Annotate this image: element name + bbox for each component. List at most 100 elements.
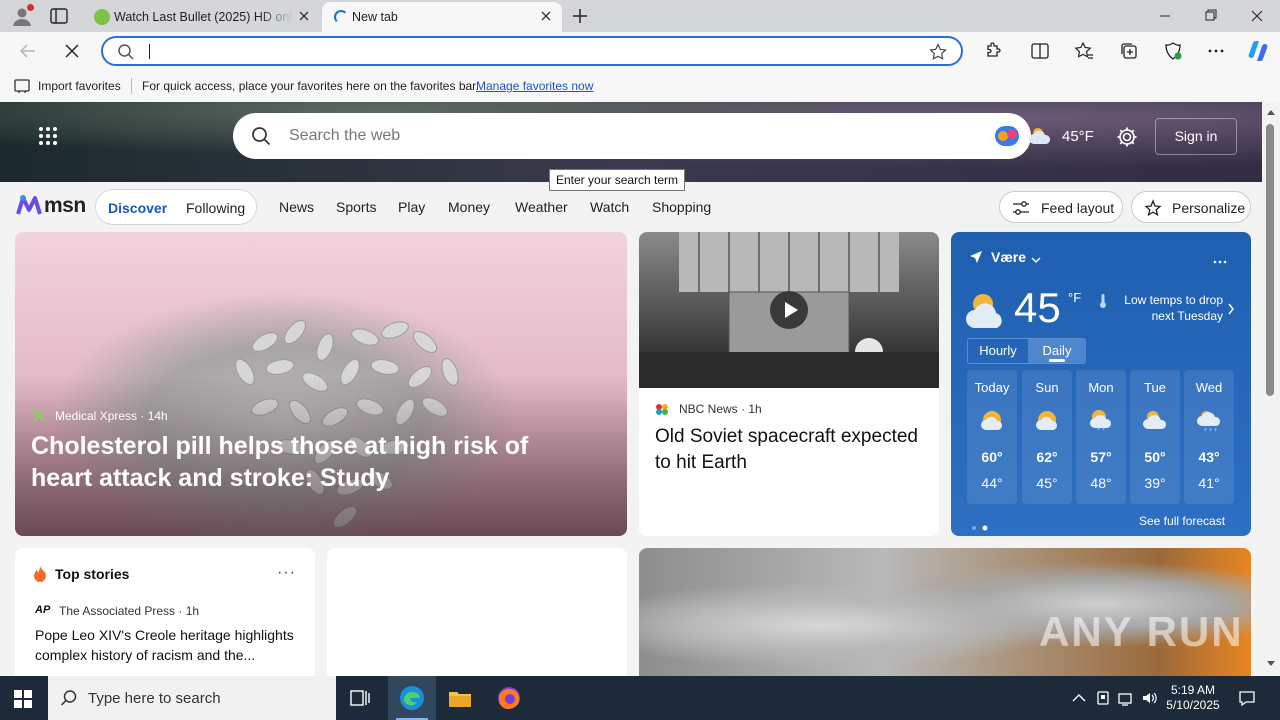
favorite-star-icon[interactable]	[929, 43, 947, 66]
scroll-down-icon[interactable]	[1266, 660, 1276, 668]
forecast-day[interactable]: Tue 50° 39°	[1130, 370, 1180, 504]
minimize-button[interactable]	[1142, 0, 1188, 32]
more-options-icon[interactable]	[1206, 41, 1226, 61]
feed-layout-button[interactable]: Feed layout	[999, 191, 1123, 223]
personalize-button[interactable]: Personalize	[1131, 191, 1251, 223]
app-launcher-icon[interactable]	[38, 126, 58, 146]
split-screen-icon[interactable]	[1030, 41, 1050, 61]
close-window-button[interactable]	[1234, 0, 1280, 32]
play-video-icon[interactable]	[770, 291, 808, 329]
windows-taskbar: Type here to search 5:19 AM 5/10/2025	[0, 676, 1280, 720]
network-icon[interactable]	[1117, 689, 1135, 707]
nav-sports[interactable]: Sports	[336, 199, 376, 215]
sign-in-button[interactable]: Sign in	[1155, 118, 1237, 155]
msn-logo[interactable]: msn	[16, 191, 86, 219]
weather-more-icon[interactable]	[1213, 252, 1227, 270]
extensions-icon[interactable]	[982, 41, 1002, 61]
favorites-icon[interactable]	[1074, 41, 1094, 61]
tray-device-icon[interactable]	[1094, 689, 1112, 707]
import-favorites-icon[interactable]	[14, 78, 32, 97]
chevron-down-icon[interactable]	[1031, 252, 1041, 270]
manage-favorites-link[interactable]: Manage favorites now	[476, 79, 593, 93]
weather-card[interactable]: Være 45 °F Low temps to drop next Tuesda…	[951, 232, 1251, 536]
nav-watch[interactable]: Watch	[590, 199, 629, 215]
back-arrow-icon[interactable]	[18, 41, 38, 61]
page-scrollbar[interactable]	[1262, 102, 1280, 676]
partly-sunny-icon	[980, 408, 1004, 432]
see-full-forecast-link[interactable]: See full forecast	[1139, 514, 1225, 528]
loading-spinner-icon	[334, 10, 348, 24]
forecast-day[interactable]: Mon 57° 48°	[1076, 370, 1126, 504]
forecast-day[interactable]: Sun 62° 45°	[1022, 370, 1072, 504]
forecast-day[interactable]: Today 60° 44°	[967, 370, 1017, 504]
notifications-icon[interactable]	[1238, 689, 1256, 707]
day-high: 43°	[1198, 449, 1220, 465]
browser-essentials-icon[interactable]	[1163, 41, 1183, 61]
top-story-source: The Associated Press · 1h	[59, 604, 200, 618]
file-explorer-icon[interactable]	[446, 684, 474, 712]
search-placeholder: Search the web	[289, 127, 401, 144]
volume-icon[interactable]	[1141, 689, 1159, 707]
partly-cloudy-icon	[965, 290, 1011, 335]
day-low: 41°	[1198, 475, 1220, 491]
day-low: 39°	[1144, 475, 1166, 491]
day-name: Wed	[1195, 380, 1223, 395]
new-tab-plus-icon[interactable]	[570, 6, 590, 26]
tab-following[interactable]: Following	[186, 200, 245, 216]
soviet-article-card[interactable]: NBC News · 1h Old Soviet spacecraft expe…	[639, 232, 939, 536]
tab-discover[interactable]: Discover	[108, 200, 167, 216]
tab-watch-last-bullet[interactable]: Watch Last Bullet (2025) HD online	[84, 2, 320, 32]
favorites-bar: Import favorites For quick access, place…	[0, 70, 1280, 102]
cans-article-image[interactable]: ANY RUN	[639, 548, 1251, 676]
scroll-up-icon[interactable]	[1266, 108, 1276, 116]
day-name: Sun	[1035, 380, 1059, 395]
tab-close-icon[interactable]	[296, 8, 312, 24]
weather-location[interactable]: Være	[991, 249, 1026, 265]
hourly-tab[interactable]: Hourly	[968, 339, 1028, 363]
top-story-headline[interactable]: Pope Leo XIV's Creole heritage highlight…	[35, 625, 305, 665]
text-caret	[149, 44, 150, 59]
hero-headline[interactable]: Cholesterol pill helps those at high ris…	[31, 430, 591, 494]
system-clock[interactable]: 5:19 AM 5/10/2025	[1162, 683, 1224, 713]
nav-weather[interactable]: Weather	[515, 199, 568, 215]
soviet-source: NBC News · 1h	[679, 402, 762, 416]
soviet-headline[interactable]: Old Soviet spacecraft expected to hit Ea…	[655, 424, 925, 476]
show-hidden-icons-chevron-icon[interactable]	[1070, 689, 1088, 707]
stop-loading-icon[interactable]	[62, 41, 82, 61]
restore-button[interactable]	[1188, 0, 1234, 32]
taskbar-search-box[interactable]: Type here to search	[48, 676, 336, 720]
flame-icon	[33, 565, 47, 587]
tab-new-tab[interactable]: New tab	[322, 2, 562, 32]
tab-close-icon[interactable]	[538, 8, 554, 24]
collections-icon[interactable]	[1119, 41, 1139, 61]
carousel-dots[interactable]	[971, 518, 993, 536]
day-high: 57°	[1090, 449, 1112, 465]
tab-actions-icon[interactable]	[50, 8, 68, 24]
top-stories-more-icon[interactable]: ···	[277, 564, 296, 582]
nav-money[interactable]: Money	[448, 199, 490, 215]
forecast-day[interactable]: Wed 43° 41°	[1184, 370, 1234, 504]
task-view-icon[interactable]	[346, 684, 374, 712]
import-favorites-link[interactable]: Import favorites	[38, 79, 121, 93]
copilot-search-icon[interactable]	[993, 122, 1023, 155]
copilot-icon[interactable]	[1246, 39, 1270, 63]
firefox-icon[interactable]	[495, 684, 523, 712]
profile-avatar-icon[interactable]	[10, 4, 34, 28]
hero-article-card[interactable]: Medical Xpress · 14h Cholesterol pill he…	[15, 232, 627, 536]
edge-taskbar-button[interactable]	[388, 676, 436, 720]
weather-note[interactable]: Low temps to drop next Tuesday	[1113, 292, 1223, 324]
nav-play[interactable]: Play	[398, 199, 425, 215]
web-search-box[interactable]: Search the web	[233, 113, 1031, 159]
note-chevron-right-icon[interactable]	[1227, 302, 1235, 321]
top-stories-title: Top stories	[55, 566, 130, 582]
day-high: 62°	[1036, 449, 1058, 465]
windows-start-icon[interactable]	[14, 690, 32, 708]
nav-shopping[interactable]: Shopping	[652, 199, 711, 215]
cloud-icon	[1028, 126, 1054, 150]
scrollbar-thumb[interactable]	[1266, 124, 1274, 396]
settings-gear-icon[interactable]	[1116, 126, 1138, 148]
address-bar[interactable]	[101, 36, 963, 66]
nav-news[interactable]: News	[279, 199, 314, 215]
top-stories-card[interactable]: Top stories ··· AP The Associated Press …	[15, 548, 315, 676]
clock-date: 5/10/2025	[1166, 698, 1220, 712]
